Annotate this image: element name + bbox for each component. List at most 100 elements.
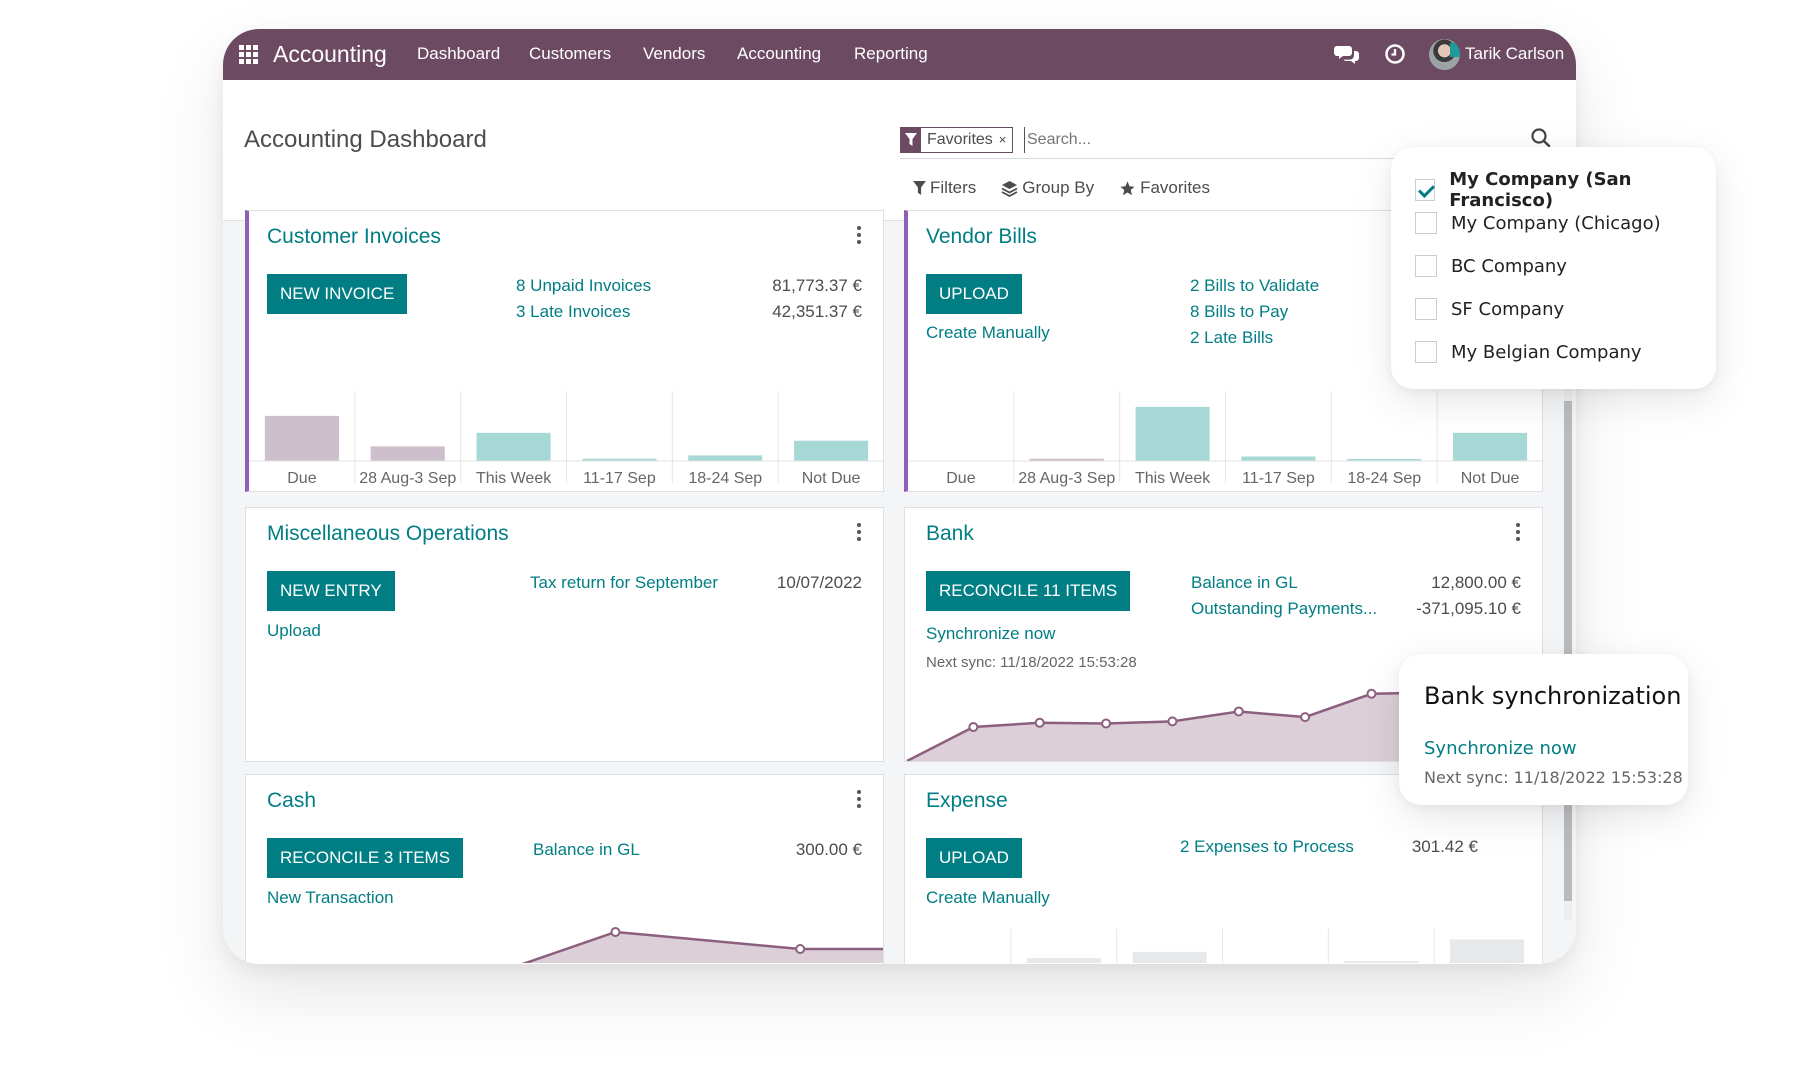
card-options-icon[interactable] xyxy=(856,523,862,543)
favorites-button[interactable]: Favorites xyxy=(1119,178,1210,198)
bar[interactable] xyxy=(264,415,339,461)
facet-remove-button[interactable]: × xyxy=(999,128,1013,152)
company-checkbox[interactable] xyxy=(1415,212,1437,234)
card-title[interactable]: Cash xyxy=(267,789,316,813)
bar[interactable] xyxy=(1453,432,1528,461)
data-point[interactable] xyxy=(795,944,806,954)
create-manually-link[interactable]: Create Manually xyxy=(926,888,1050,908)
search-icon[interactable] xyxy=(1530,127,1552,149)
bar[interactable] xyxy=(370,446,445,461)
card-title[interactable]: Expense xyxy=(926,789,1008,813)
data-point[interactable] xyxy=(968,722,979,733)
data-point[interactable] xyxy=(1101,718,1112,729)
cash-balance-chart[interactable] xyxy=(246,923,883,963)
expense-chart[interactable] xyxy=(905,929,1540,963)
chat-icon[interactable] xyxy=(1334,41,1360,67)
data-point[interactable] xyxy=(1300,712,1311,723)
vendor-bills-chart[interactable]: Due 28 Aug-3 Sep This Week 11-17 Sep 18-24 S… xyxy=(908,391,1543,491)
bills-to-pay-link[interactable]: 8 Bills to Pay xyxy=(1190,302,1288,322)
favorites-facet[interactable]: Favorites × xyxy=(900,127,1014,153)
upload-bill-button[interactable]: UPLOAD xyxy=(926,274,1022,314)
user-avatar[interactable] xyxy=(1429,39,1460,70)
card-title[interactable]: Customer Invoices xyxy=(267,225,441,249)
create-manually-link[interactable]: Create Manually xyxy=(926,323,1050,343)
company-switcher-dropdown: My Company (San Francisco) My Company (C… xyxy=(1391,147,1716,389)
late-bills-link[interactable]: 2 Late Bills xyxy=(1190,328,1273,348)
company-option[interactable]: My Company (San Francisco) xyxy=(1415,169,1716,211)
data-point[interactable] xyxy=(1167,716,1178,727)
company-option[interactable]: SF Company xyxy=(1415,298,1564,320)
bar[interactable] xyxy=(1135,406,1210,461)
new-transaction-link[interactable]: New Transaction xyxy=(267,888,394,908)
menu-reporting[interactable]: Reporting xyxy=(854,44,928,64)
unpaid-invoices-amount: 81,773.37 € xyxy=(772,276,862,295)
company-checkbox[interactable] xyxy=(1415,341,1437,363)
x-tick-label: 11-17 Sep xyxy=(583,470,656,487)
data-point[interactable] xyxy=(610,927,621,937)
balance-in-gl-link[interactable]: Balance in GL xyxy=(1191,573,1298,593)
data-point[interactable] xyxy=(1233,706,1244,717)
x-tick-label: 18-24 Sep xyxy=(688,470,762,487)
top-navbar: Accounting Dashboard Customers Vendors A… xyxy=(223,29,1576,80)
upload-link[interactable]: Upload xyxy=(267,621,321,641)
card-options-icon[interactable] xyxy=(856,790,862,810)
control-panel: Accounting Dashboard Favorites × Filters xyxy=(223,80,1576,221)
company-option[interactable]: BC Company xyxy=(1415,255,1567,277)
bank-sync-now-link[interactable]: Synchronize now xyxy=(1424,738,1577,759)
menu-customers[interactable]: Customers xyxy=(529,44,611,64)
expenses-to-process-link[interactable]: 2 Expenses to Process xyxy=(1180,837,1354,857)
user-name[interactable]: Tarik Carlson xyxy=(1465,44,1564,64)
reconcile-cash-button[interactable]: RECONCILE 3 ITEMS xyxy=(267,838,464,878)
card-title[interactable]: Vendor Bills xyxy=(926,225,1037,249)
bar[interactable] xyxy=(688,455,763,461)
cash-balance-link[interactable]: Balance in GL xyxy=(533,840,640,860)
new-invoice-button[interactable]: NEW INVOICE xyxy=(267,274,408,314)
menu-vendors[interactable]: Vendors xyxy=(643,44,705,64)
card-title[interactable]: Miscellaneous Operations xyxy=(267,522,509,546)
synchronize-now-link[interactable]: Synchronize now xyxy=(926,624,1055,644)
bar[interactable] xyxy=(1450,939,1525,963)
late-invoices-link[interactable]: 3 Late Invoices xyxy=(516,302,630,322)
menu-dashboard[interactable]: Dashboard xyxy=(417,44,500,64)
company-option[interactable]: My Company (Chicago) xyxy=(1415,212,1661,234)
outstanding-payments-link[interactable]: Outstanding Payments... xyxy=(1191,599,1377,619)
data-point[interactable] xyxy=(1366,688,1377,699)
x-tick-label: Not Due xyxy=(1461,470,1520,487)
card-options-icon[interactable] xyxy=(856,226,862,246)
company-label: My Belgian Company xyxy=(1451,341,1642,363)
unpaid-invoices-link[interactable]: 8 Unpaid Invoices xyxy=(516,276,651,296)
data-point[interactable] xyxy=(1034,717,1045,728)
reconcile-bank-button[interactable]: RECONCILE 11 ITEMS xyxy=(926,571,1131,611)
new-entry-button[interactable]: NEW ENTRY xyxy=(267,571,395,611)
menu-accounting[interactable]: Accounting xyxy=(737,44,821,64)
tax-return-link[interactable]: Tax return for September xyxy=(530,573,718,593)
x-tick-label: Due xyxy=(946,470,975,487)
company-checkbox[interactable] xyxy=(1415,255,1437,277)
company-checkbox[interactable] xyxy=(1415,298,1437,320)
cash-card: Cash RECONCILE 3 ITEMS New Transaction B… xyxy=(245,774,884,964)
bar[interactable] xyxy=(1026,958,1101,963)
customer-invoices-chart[interactable]: Due 28 Aug-3 Sep This Week 11-17 Sep 18-24 S… xyxy=(249,391,884,491)
bar[interactable] xyxy=(476,432,551,461)
card-title[interactable]: Bank xyxy=(926,522,974,546)
customer-invoices-card: Customer Invoices NEW INVOICE 8 Unpaid I… xyxy=(245,210,884,492)
company-option[interactable]: My Belgian Company xyxy=(1415,341,1642,363)
expenses-amount: 301.42 € xyxy=(1411,837,1478,856)
favorites-label: Favorites xyxy=(1140,178,1211,197)
bar[interactable] xyxy=(1344,961,1419,963)
apps-grid-icon[interactable] xyxy=(239,45,258,64)
bar[interactable] xyxy=(1241,456,1316,461)
filter-icon xyxy=(913,180,926,195)
filters-button[interactable]: Filters xyxy=(913,178,976,198)
bar[interactable] xyxy=(794,440,869,461)
group-by-button[interactable]: Group By xyxy=(1001,178,1094,198)
app-brand[interactable]: Accounting xyxy=(273,41,387,68)
card-options-icon[interactable] xyxy=(1515,523,1521,543)
upload-expense-button[interactable]: UPLOAD xyxy=(926,838,1022,878)
clock-icon[interactable] xyxy=(1382,41,1408,67)
bills-to-validate-link[interactable]: 2 Bills to Validate xyxy=(1190,276,1319,296)
bar[interactable] xyxy=(1132,951,1207,963)
scrollbar-thumb[interactable] xyxy=(1564,401,1572,901)
company-checkbox[interactable] xyxy=(1415,179,1436,201)
bank-sync-popup: Bank synchronization Synchronize now Nex… xyxy=(1399,654,1688,805)
